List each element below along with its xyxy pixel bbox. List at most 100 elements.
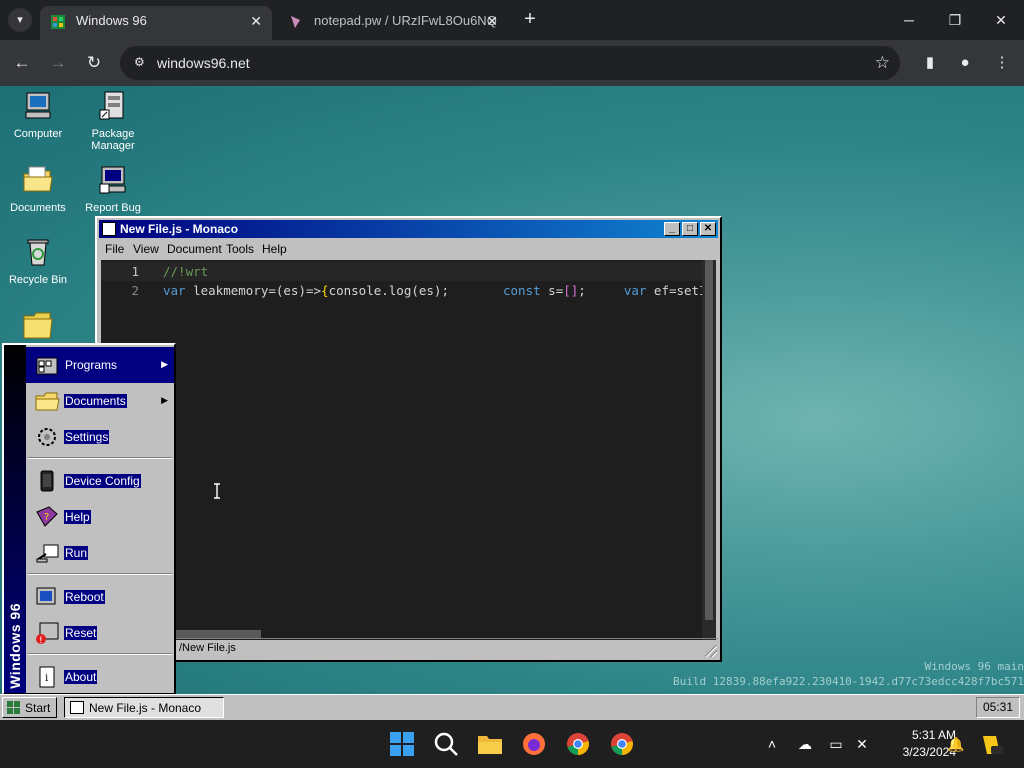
start-item-label: Settings xyxy=(64,430,110,444)
more-menu-icon[interactable]: ⋮ xyxy=(990,51,1014,75)
svg-text:?: ? xyxy=(44,512,49,523)
svg-text:!: ! xyxy=(39,636,43,646)
side-panel-icon[interactable]: ▮ xyxy=(918,51,942,75)
package-manager-icon xyxy=(99,91,124,120)
search-icon[interactable] xyxy=(432,730,460,758)
win96-desktop: Computer Package Manager Documents Repor… xyxy=(0,86,1024,694)
start-item-reset[interactable]: ! Reset xyxy=(26,615,174,651)
monaco-app-icon xyxy=(70,701,84,714)
minimize-icon[interactable]: ─ xyxy=(886,0,932,40)
windows-start-icon[interactable] xyxy=(388,730,416,758)
window-maximize-button[interactable]: □ xyxy=(682,222,698,236)
firefox-icon[interactable] xyxy=(520,730,548,758)
tab-close-icon[interactable]: ✕ xyxy=(486,6,498,36)
browser-toolbar: ← → ↻ ⚙ windows96.net ☆ ▮ ● ⋮ xyxy=(0,40,1024,86)
forward-icon[interactable]: → xyxy=(46,51,70,75)
code-editor[interactable]: 1 //!wrt 2 var leakmemory=(es)=>{console… xyxy=(101,260,716,640)
start-item-label: Run xyxy=(64,546,89,560)
icon-label: Package Manager xyxy=(91,128,135,152)
start-item-settings[interactable]: Settings xyxy=(26,419,174,455)
start-item-about[interactable]: i About xyxy=(26,659,174,694)
monaco-statusbar: /New File.js xyxy=(99,638,718,658)
copilot-pre-icon[interactable] xyxy=(978,732,1004,758)
notification-bell-icon[interactable]: 🔔 xyxy=(946,734,966,754)
menu-tools[interactable]: Tools xyxy=(226,242,254,256)
win96-clock[interactable]: 05:31 xyxy=(976,697,1020,718)
monaco-window[interactable]: New File.js - Monaco _ □ ✕ File View Doc… xyxy=(95,216,722,662)
start-item-reboot[interactable]: Reboot xyxy=(26,579,174,615)
monaco-app-icon xyxy=(102,222,116,236)
start-button[interactable]: Start xyxy=(2,697,57,718)
reload-icon[interactable]: ↻ xyxy=(82,51,106,75)
start-item-run[interactable]: Run xyxy=(26,535,174,571)
onedrive-icon[interactable]: ☁ xyxy=(795,734,815,754)
resize-grip-icon[interactable] xyxy=(705,645,717,657)
tab-close-icon[interactable]: ✕ xyxy=(250,6,262,36)
tab-search-chevron-icon[interactable]: ▾ xyxy=(8,8,32,32)
icon-label: Report Bug xyxy=(85,202,141,214)
site-settings-icon[interactable]: ⚙ xyxy=(134,55,150,71)
desktop-icon-report-bug[interactable]: Report Bug xyxy=(76,164,150,214)
file-explorer-icon[interactable] xyxy=(476,730,504,758)
close-window-icon[interactable]: ✕ xyxy=(978,0,1024,40)
taskbar-item-label: New File.js - Monaco xyxy=(89,701,202,715)
start-item-label: Programs xyxy=(65,358,118,372)
desktop-icon-package-manager[interactable]: Package Manager xyxy=(76,90,150,152)
tab-windows96[interactable]: Windows 96 ✕ xyxy=(40,6,272,40)
icon-label: Computer xyxy=(13,128,63,140)
desktop-icon-computer[interactable]: Computer xyxy=(1,90,75,140)
chrome-icon[interactable] xyxy=(564,730,592,758)
profile-icon[interactable]: ● xyxy=(953,51,977,75)
tab-title: Windows 96 xyxy=(76,13,147,28)
menu-separator xyxy=(28,457,172,459)
desktop-icon-recycle-bin[interactable]: Recycle Bin xyxy=(1,236,75,286)
editor-vertical-scrollbar[interactable] xyxy=(702,260,716,640)
device-config-icon xyxy=(40,470,54,492)
tray-overflow-chevron-icon[interactable]: ˄ xyxy=(762,734,782,754)
desktop-icon-documents[interactable]: Documents xyxy=(1,164,75,214)
svg-text:i: i xyxy=(45,673,48,684)
window-minimize-button[interactable]: _ xyxy=(664,222,680,236)
documents-folder-icon xyxy=(35,392,60,411)
chrome-icon[interactable] xyxy=(608,730,636,758)
scroll-thumb[interactable] xyxy=(705,260,713,620)
start-item-label: Documents xyxy=(64,394,127,408)
restore-icon[interactable]: ❐ xyxy=(932,0,978,40)
build-watermark-line1: Windows 96 main xyxy=(924,660,1024,673)
recycle-bin-icon xyxy=(27,239,49,266)
back-icon[interactable]: ← xyxy=(10,51,34,75)
menu-view[interactable]: View xyxy=(133,242,159,256)
menu-document[interactable]: Document xyxy=(167,242,222,256)
bookmark-star-icon[interactable]: ☆ xyxy=(875,46,890,80)
icon-label: Recycle Bin xyxy=(8,274,68,286)
window-title: New File.js - Monaco xyxy=(120,222,239,236)
text-cursor-icon xyxy=(214,483,220,499)
code-line[interactable]: 1 //!wrt xyxy=(101,262,716,281)
start-logo-icon xyxy=(7,701,20,714)
tab-notepad[interactable]: notepad.pw / URzIFwL8Ou6NQ ✕ xyxy=(278,6,508,40)
menu-separator xyxy=(28,653,172,655)
folder-icon xyxy=(23,312,53,339)
start-item-documents[interactable]: Documents ▶ xyxy=(26,383,174,419)
start-item-programs[interactable]: Programs ▶ xyxy=(26,347,174,383)
system-clock[interactable]: 5:31 AM 3/23/2024 xyxy=(880,727,956,761)
menu-file[interactable]: File xyxy=(105,242,124,256)
new-tab-button[interactable]: + xyxy=(518,8,542,32)
run-icon xyxy=(36,544,59,563)
code-line[interactable]: 2 var leakmemory=(es)=>{console.log(es);… xyxy=(101,281,716,300)
taskbar-item-monaco[interactable]: New File.js - Monaco xyxy=(64,697,224,718)
about-info-icon: i xyxy=(39,666,55,688)
url-text[interactable]: windows96.net xyxy=(157,46,250,80)
display-icon[interactable]: ▭ xyxy=(826,734,846,754)
start-item-device-config[interactable]: Device Config xyxy=(26,463,174,499)
menu-separator xyxy=(28,573,172,575)
address-bar[interactable]: ⚙ windows96.net ☆ xyxy=(120,46,900,80)
code-text: var leakmemory=(es)=>{console.log(es); co… xyxy=(163,283,707,298)
monaco-titlebar[interactable]: New File.js - Monaco _ □ ✕ xyxy=(99,220,718,238)
start-item-help[interactable]: ? Help xyxy=(26,499,174,535)
icon-label: Documents xyxy=(10,202,66,214)
window-close-button[interactable]: ✕ xyxy=(700,222,716,236)
settings-icon xyxy=(38,428,56,446)
menu-help[interactable]: Help xyxy=(262,242,287,256)
volume-muted-icon[interactable]: ✕ xyxy=(852,734,872,754)
